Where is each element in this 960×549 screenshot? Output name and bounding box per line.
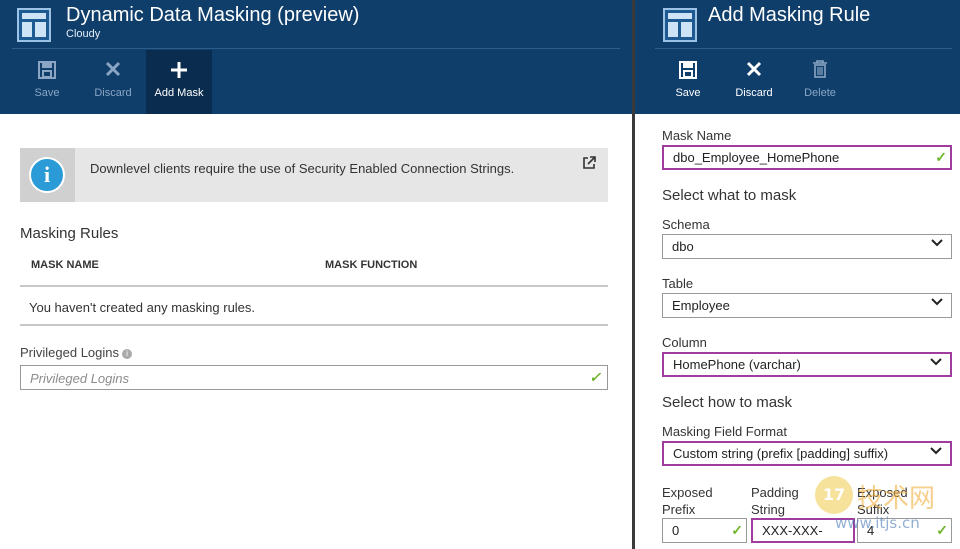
- save-button[interactable]: Save: [14, 50, 80, 114]
- exposed-prefix-label-line1: Exposed: [662, 485, 713, 500]
- info-banner: i Downlevel clients require the use of S…: [20, 148, 608, 202]
- column-header-mask-name: MASK NAME: [31, 259, 99, 271]
- check-icon: ✓: [731, 522, 743, 538]
- chevron-down-icon: [931, 237, 943, 252]
- empty-rules-message: You haven't created any masking rules.: [29, 300, 256, 315]
- add-mask-label: Add Mask: [154, 87, 204, 99]
- discard-rule-label: Discard: [735, 87, 773, 99]
- discard-icon: [104, 60, 122, 84]
- discard-label: Discard: [94, 87, 132, 99]
- blade-header: Dynamic Data Masking (preview) Cloudy Sa…: [0, 0, 632, 114]
- blade-title-right: Add Masking Rule: [708, 4, 871, 26]
- select-what-title: Select what to mask: [662, 187, 797, 204]
- save-rule-label: Save: [675, 87, 701, 99]
- masking-format-label: Masking Field Format: [662, 424, 787, 439]
- padding-string-label: Padding String: [751, 484, 799, 518]
- toolbar: Save Discard Add Mask: [14, 50, 212, 114]
- table-bottom-divider: [20, 324, 608, 326]
- delete-rule-button[interactable]: Delete: [787, 50, 853, 114]
- padding-string-label-line1: Padding: [751, 485, 799, 500]
- privileged-logins-label: Privileged Logins i: [20, 345, 133, 360]
- chevron-down-icon: [930, 356, 942, 371]
- add-masking-rule-blade: Add Masking Rule Save Discard Delete Mas…: [635, 0, 960, 549]
- blade-subtitle: Cloudy: [66, 28, 101, 40]
- exposed-prefix-value: 0: [672, 523, 680, 538]
- watermark-text: 技术网: [857, 484, 936, 514]
- schema-select[interactable]: dbo: [662, 234, 952, 259]
- info-icon: i: [29, 157, 65, 193]
- save-label: Save: [34, 87, 60, 99]
- table-select[interactable]: Employee: [662, 293, 952, 318]
- save-icon: [678, 60, 698, 84]
- header-divider: [12, 48, 620, 49]
- site-watermark: 17 技术网 www.itjs.cn: [815, 474, 955, 544]
- privileged-logins-input[interactable]: Privileged Logins ✓: [20, 365, 608, 390]
- save-rule-button[interactable]: Save: [655, 50, 721, 114]
- external-link-icon[interactable]: [582, 156, 596, 173]
- table-header-divider: [20, 285, 608, 287]
- exposed-prefix-input[interactable]: 0 ✓: [662, 518, 747, 543]
- info-icon-box: i: [20, 148, 75, 202]
- column-value: HomePhone (varchar): [673, 357, 801, 372]
- column-header-mask-function: MASK FUNCTION: [325, 259, 418, 271]
- padding-string-value: XXX-XXX-: [762, 523, 823, 538]
- masking-format-select[interactable]: Custom string (prefix [padding] suffix): [662, 441, 952, 466]
- select-how-title: Select how to mask: [662, 394, 793, 411]
- schema-value: dbo: [672, 239, 694, 254]
- info-small-icon[interactable]: i: [122, 349, 133, 359]
- check-icon: ✓: [935, 149, 947, 165]
- exposed-prefix-label: Exposed Prefix: [662, 484, 713, 518]
- watermark-badge: 17: [815, 476, 853, 514]
- table-value: Employee: [672, 298, 730, 313]
- blade-title: Dynamic Data Masking (preview): [66, 4, 360, 26]
- mask-name-value: dbo_Employee_HomePhone: [673, 150, 840, 165]
- schema-label: Schema: [662, 217, 710, 232]
- trash-icon: [812, 60, 828, 84]
- save-icon: [37, 60, 57, 84]
- blade-header-right: Add Masking Rule Save Discard Delete: [635, 0, 960, 114]
- column-select[interactable]: HomePhone (varchar): [662, 352, 952, 377]
- discard-button[interactable]: Discard: [80, 50, 146, 114]
- masking-format-value: Custom string (prefix [padding] suffix): [673, 446, 889, 461]
- exposed-prefix-label-line2: Prefix: [662, 502, 696, 517]
- padding-string-label-line2: String: [751, 502, 785, 517]
- delete-rule-label: Delete: [804, 87, 836, 99]
- column-label: Column: [662, 335, 707, 350]
- privileged-logins-placeholder: Privileged Logins: [30, 371, 130, 386]
- chevron-down-icon: [931, 296, 943, 311]
- privileged-logins-text: Privileged Logins: [20, 345, 120, 360]
- mask-name-label: Mask Name: [662, 128, 732, 143]
- toolbar-right: Save Discard Delete: [655, 50, 853, 114]
- masking-rules-title: Masking Rules: [20, 225, 119, 242]
- header-divider-right: [655, 48, 952, 49]
- discard-rule-button[interactable]: Discard: [721, 50, 787, 114]
- mask-name-input[interactable]: dbo_Employee_HomePhone ✓: [662, 145, 952, 170]
- add-mask-button[interactable]: Add Mask: [146, 50, 212, 114]
- discard-icon: [745, 60, 763, 84]
- blade-icon: [17, 8, 51, 42]
- dynamic-data-masking-blade: Dynamic Data Masking (preview) Cloudy Sa…: [0, 0, 632, 549]
- check-icon: ✓: [589, 369, 601, 385]
- info-text: Downlevel clients require the use of Sec…: [90, 161, 515, 176]
- blade-icon-right: [663, 8, 697, 42]
- plus-icon: [169, 60, 189, 84]
- watermark-url: www.itjs.cn: [835, 514, 920, 532]
- chevron-down-icon: [930, 445, 942, 460]
- table-label: Table: [662, 276, 694, 291]
